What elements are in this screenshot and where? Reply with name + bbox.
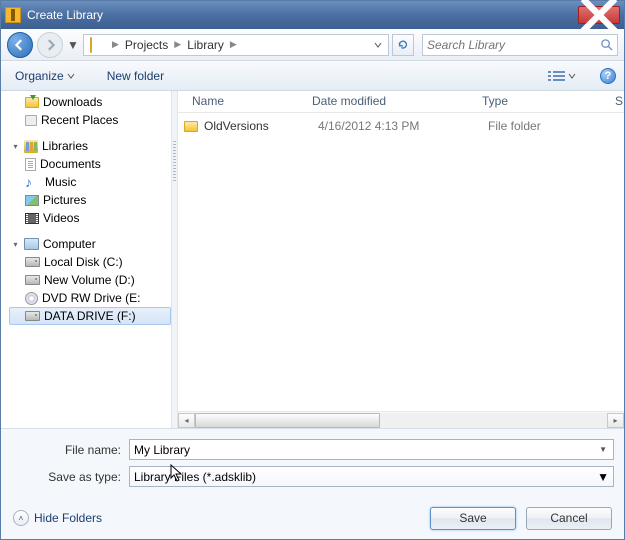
scroll-thumb[interactable]	[195, 413, 380, 428]
tree-group-libraries[interactable]: ▾Libraries	[9, 137, 171, 155]
file-list-body[interactable]: OldVersions 4/16/2012 4:13 PM File folde…	[178, 113, 624, 411]
save-as-type-select[interactable]: Library Files (*.adsklib) ▼	[129, 466, 614, 487]
column-date-modified[interactable]: Date modified	[304, 91, 474, 112]
view-options-button[interactable]	[544, 67, 580, 85]
file-row[interactable]: OldVersions 4/16/2012 4:13 PM File folde…	[184, 117, 618, 135]
horizontal-scrollbar[interactable]: ◂ ▸	[178, 411, 624, 428]
save-fields: File name: ▼ Save as type: Library Files…	[1, 429, 624, 497]
forward-button[interactable]	[37, 32, 63, 58]
drive-icon	[25, 257, 40, 267]
file-name-input[interactable]	[134, 443, 597, 457]
main-area: Downloads Recent Places ▾Libraries Docum…	[1, 91, 624, 428]
tree-item-dvd-rw-drive-e[interactable]: DVD RW Drive (E:	[9, 289, 171, 307]
save-as-type-label: Save as type:	[11, 470, 129, 484]
search-box[interactable]	[422, 34, 618, 56]
new-folder-button[interactable]: New folder	[101, 67, 170, 85]
chevron-down-icon	[67, 72, 75, 80]
splitter[interactable]	[171, 91, 178, 428]
tree-item-videos[interactable]: Videos	[9, 209, 171, 227]
chevron-down-icon[interactable]: ▼	[597, 445, 609, 454]
dialog-footer: ˄ Hide Folders Save Cancel	[1, 497, 624, 539]
file-name-label: File name:	[11, 443, 129, 457]
search-input[interactable]	[427, 38, 600, 52]
organize-menu[interactable]: Organize	[9, 67, 81, 85]
breadcrumb-segment[interactable]: Projects	[121, 38, 172, 52]
tree-item-downloads[interactable]: Downloads	[9, 93, 171, 111]
documents-icon	[25, 158, 36, 171]
tree-item-local-disk-c[interactable]: Local Disk (C:)	[9, 253, 171, 271]
chevron-right-icon: ▶	[172, 39, 183, 50]
scroll-left-button[interactable]: ◂	[178, 413, 195, 428]
drive-icon	[25, 311, 40, 321]
view-icon	[548, 69, 566, 83]
tree-item-data-drive-f[interactable]: DATA DRIVE (F:)	[9, 307, 171, 325]
close-button[interactable]	[578, 6, 620, 24]
drive-icon	[25, 275, 40, 285]
chevron-down-icon[interactable]: ▼	[597, 470, 609, 484]
cancel-button[interactable]: Cancel	[526, 507, 612, 530]
computer-icon	[24, 238, 39, 250]
pictures-icon	[25, 195, 39, 206]
breadcrumb-segment[interactable]: Library	[183, 38, 228, 52]
file-name-field[interactable]: ▼	[129, 439, 614, 460]
navigation-bar: ▼ ▶ Projects ▶ Library ▶	[1, 29, 624, 61]
chevron-right-icon: ▶	[110, 39, 121, 50]
help-button[interactable]: ?	[600, 68, 616, 84]
toolbar: Organize New folder ?	[1, 61, 624, 91]
libraries-icon	[24, 140, 38, 153]
tree-item-new-volume-d[interactable]: New Volume (D:)	[9, 271, 171, 289]
disc-icon	[25, 292, 38, 305]
chevron-right-icon: ▶	[228, 39, 239, 50]
titlebar: Create Library	[1, 1, 624, 29]
column-headers: Name Date modified Type S	[178, 91, 624, 113]
refresh-button[interactable]	[392, 34, 414, 56]
search-icon	[600, 38, 613, 51]
expand-icon[interactable]: ▾	[11, 240, 20, 249]
folder-icon	[90, 38, 106, 52]
nav-history-dropdown[interactable]: ▼	[67, 38, 79, 52]
app-icon	[5, 7, 21, 23]
videos-icon	[25, 213, 39, 224]
window-title: Create Library	[27, 8, 578, 22]
scroll-track[interactable]	[195, 413, 607, 428]
downloads-icon	[25, 97, 39, 108]
save-button[interactable]: Save	[430, 507, 516, 530]
music-icon: ♪	[25, 175, 41, 189]
tree-group-computer[interactable]: ▾Computer	[9, 235, 171, 253]
create-library-dialog: Create Library ▼ ▶ Projects ▶ Library ▶	[0, 0, 625, 540]
chevron-down-icon	[568, 72, 576, 80]
navigation-tree[interactable]: Downloads Recent Places ▾Libraries Docum…	[1, 91, 171, 428]
hide-folders-button[interactable]: ˄ Hide Folders	[13, 510, 102, 526]
recent-places-icon	[25, 115, 37, 126]
column-type[interactable]: Type	[474, 91, 607, 112]
expand-icon[interactable]: ▾	[11, 142, 20, 151]
column-name[interactable]: Name	[184, 91, 304, 112]
chevron-up-icon: ˄	[13, 510, 29, 526]
file-list: Name Date modified Type S OldVersions 4/…	[178, 91, 624, 428]
breadcrumb[interactable]: ▶ Projects ▶ Library ▶	[83, 34, 389, 56]
tree-item-pictures[interactable]: Pictures	[9, 191, 171, 209]
tree-item-music[interactable]: ♪Music	[9, 173, 171, 191]
scroll-right-button[interactable]: ▸	[607, 413, 624, 428]
tree-item-recent-places[interactable]: Recent Places	[9, 111, 171, 129]
column-size[interactable]: S	[607, 91, 624, 112]
chevron-down-icon[interactable]	[374, 41, 382, 49]
back-button[interactable]	[7, 32, 33, 58]
folder-icon	[184, 121, 198, 132]
tree-item-documents[interactable]: Documents	[9, 155, 171, 173]
